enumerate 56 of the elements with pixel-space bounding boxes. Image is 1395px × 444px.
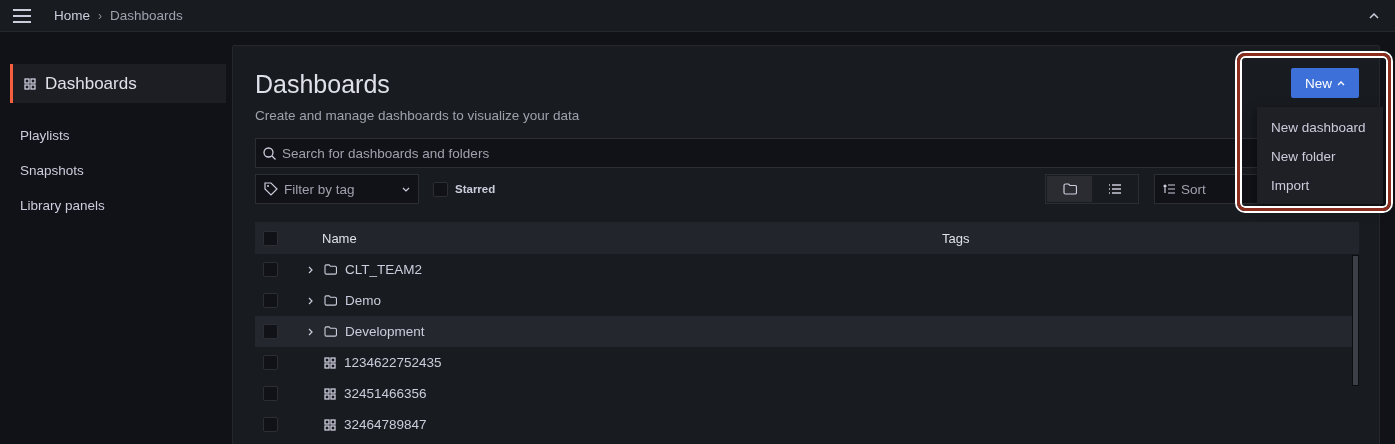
row-name: 32464789847: [344, 417, 427, 432]
caret-icon: [1337, 80, 1345, 86]
breadcrumb-link[interactable]: Home: [54, 8, 90, 23]
table-row[interactable]: CLT_TEAM2: [255, 254, 1352, 285]
breadcrumb-separator: ›: [98, 8, 102, 23]
list-icon: [1107, 184, 1122, 194]
grid-icon: [324, 418, 336, 431]
row-name: 1234622752435: [344, 355, 442, 370]
new-button[interactable]: New: [1291, 68, 1359, 98]
folder-icon: [324, 295, 337, 306]
column-header: Tags: [942, 230, 970, 246]
row-name: 32451466356: [344, 386, 427, 401]
row-name: Demo: [345, 293, 381, 308]
row-checkbox[interactable]: [263, 262, 278, 277]
grid-icon: [324, 356, 336, 369]
table-row[interactable]: 32451466356: [255, 378, 1352, 409]
row-checkbox[interactable]: [263, 417, 278, 432]
row-checkbox[interactable]: [263, 324, 278, 339]
folder-icon: [324, 264, 337, 275]
grid-icon: [324, 387, 336, 400]
page-title: Dashboards: [255, 70, 390, 99]
expand-chevron-icon[interactable]: [308, 265, 313, 274]
column-header: Name: [322, 230, 358, 246]
row-checkbox[interactable]: [263, 293, 278, 308]
search-icon: [263, 147, 276, 160]
collapse-icon[interactable]: [1369, 12, 1379, 19]
sidebar-item[interactable]: Dashboards: [10, 64, 226, 103]
table-row[interactable]: 32464789847: [255, 409, 1352, 440]
table-row-hovered[interactable]: Development: [255, 316, 1352, 347]
starred-checkbox[interactable]: [433, 181, 448, 197]
tag-icon: [264, 182, 278, 196]
grid-icon: [24, 77, 36, 90]
sort-icon: [1163, 184, 1175, 194]
row-checkbox[interactable]: [263, 386, 278, 401]
breadcrumb-link[interactable]: Dashboards: [110, 8, 183, 23]
folder-icon: [324, 326, 337, 337]
tag-filter-select[interactable]: Filter by tag: [255, 174, 419, 204]
chevron-down-icon: [402, 186, 410, 192]
scrollbar[interactable]: [1352, 255, 1359, 386]
starred-label: Starred: [455, 183, 496, 195]
table-row[interactable]: 1234622752435: [255, 347, 1352, 378]
row-name: CLT_TEAM2: [345, 262, 423, 277]
table-row[interactable]: Demo: [255, 285, 1352, 316]
sidebar-item[interactable]: Library panels: [10, 188, 226, 223]
folder-icon: [1062, 183, 1077, 195]
row-checkbox[interactable]: [263, 355, 278, 370]
page-subtitle: Create and manage dashboards to visualize your data: [255, 108, 581, 123]
folder-view-button[interactable]: [1047, 176, 1092, 202]
menu-item[interactable]: New folder: [1257, 142, 1383, 171]
row-name: Development: [345, 324, 425, 339]
select-all-checkbox[interactable]: [263, 230, 278, 246]
expand-chevron-icon[interactable]: [308, 296, 313, 305]
sidebar-item[interactable]: Snapshots: [10, 153, 226, 188]
sidebar-item[interactable]: Playlists: [10, 118, 226, 153]
expand-chevron-icon[interactable]: [308, 327, 313, 336]
menu-icon[interactable]: [12, 8, 32, 23]
